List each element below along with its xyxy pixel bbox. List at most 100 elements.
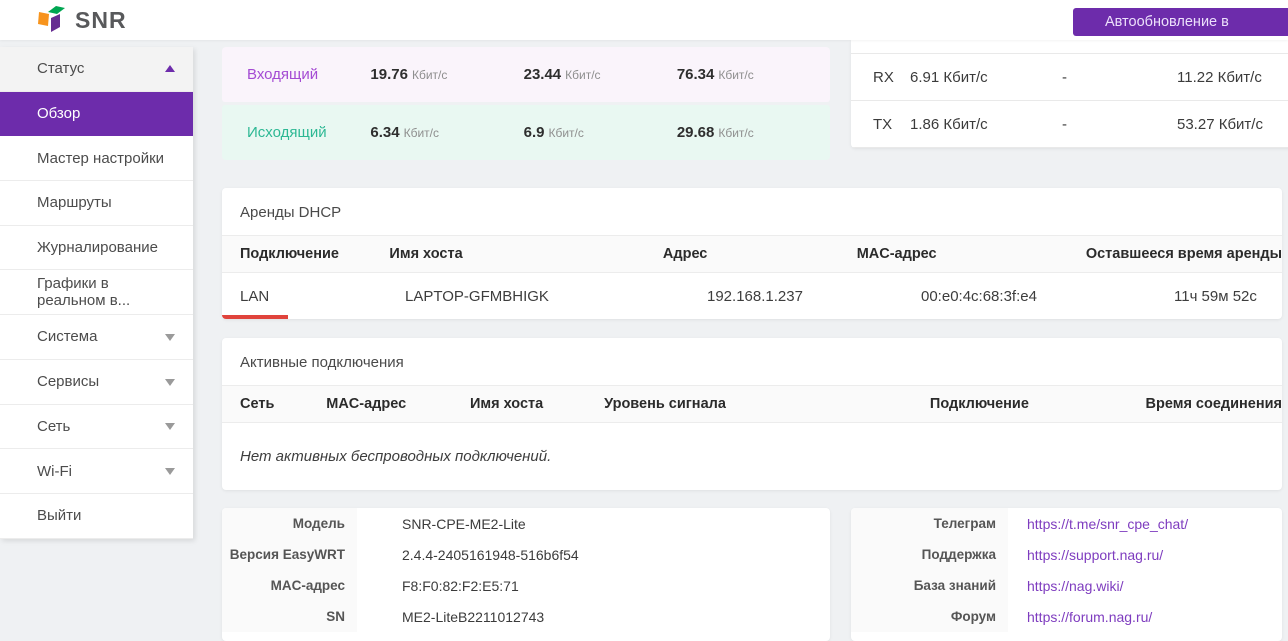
col-mac: MAC-адрес	[326, 396, 470, 412]
sidebar-item-label: Журналирование	[37, 239, 158, 256]
col-mac: MAC-адрес	[857, 246, 1086, 262]
knowledge-base-link[interactable]: https://nag.wiki/	[1027, 578, 1124, 594]
sidebar-item-network[interactable]: Сеть	[0, 405, 193, 450]
col-connect-time: Время соединения	[1146, 396, 1282, 412]
sidebar-item-label: Система	[37, 328, 97, 345]
sidebar-item-services[interactable]: Сервисы	[0, 360, 193, 405]
sidebar-item-logging[interactable]: Журналирование	[0, 226, 193, 271]
rx-row: RX 6.91 Кбит/с - 11.22 Кбит/с	[851, 54, 1288, 101]
sidebar-item-overview[interactable]: Обзор	[0, 92, 193, 137]
col-connection: Подключение	[930, 396, 1146, 412]
sidebar-item-setup-wizard[interactable]: Мастер настройки	[0, 136, 193, 181]
dhcp-leases-title: Аренды DHCP	[222, 188, 1282, 235]
lease-time-left: 11ч 59м 52с	[1174, 288, 1282, 305]
dhcp-lease-row: LAN LAPTOP-GFMBHIGK 192.168.1.237 00:e0:…	[222, 273, 1282, 319]
sidebar-item-system[interactable]: Система	[0, 315, 193, 360]
unit: Кбит/с	[548, 126, 583, 140]
value: 6.9	[524, 124, 545, 141]
active-connections-card: Активные подключения Сеть MAC-адрес Имя …	[222, 338, 1282, 490]
chevron-down-icon	[165, 423, 175, 430]
tx-dash: -	[1062, 116, 1177, 133]
value: 76.34	[677, 66, 715, 83]
sidebar-item-label: Сеть	[37, 418, 70, 435]
sidebar-item-realtime-graphs[interactable]: Графики в реальном в...	[0, 270, 193, 315]
incoming-label: Входящий	[247, 66, 370, 83]
col-lease-time: Оставшееся время аренды	[1086, 246, 1282, 262]
device-mac-row: MAC-адрес F8:F0:82:F2:E5:71	[222, 570, 830, 601]
support-link[interactable]: https://support.nag.ru/	[1027, 547, 1163, 563]
connections-table-header: Сеть MAC-адрес Имя хоста Уровень сигнала…	[222, 385, 1282, 423]
sidebar-item-status[interactable]: Статус	[0, 47, 193, 92]
outgoing-value-1: 6.34 Кбит/с	[370, 124, 523, 142]
value: 23.44	[524, 66, 562, 83]
sidebar-item-label: Wi-Fi	[37, 463, 72, 480]
sidebar-item-routes[interactable]: Маршруты	[0, 181, 193, 226]
sidebar-item-label: Мастер настройки	[37, 150, 164, 167]
device-info-card: Модель SNR-CPE-ME2-Lite Версия EasyWRT 2…	[222, 508, 830, 641]
outgoing-value-2: 6.9Кбит/с	[524, 124, 677, 142]
firmware-value: 2.4.4-2405161948-516b6f54	[357, 539, 579, 570]
serial-number-row: SN ME2-LiteB2211012743	[222, 601, 830, 632]
telegram-row: Телеграм https://t.me/snr_cpe_chat/	[851, 508, 1282, 539]
rx-value-1: 6.91 Кбит/с	[910, 69, 1062, 86]
support-links-card: Телеграм https://t.me/snr_cpe_chat/ Подд…	[851, 508, 1282, 641]
telegram-link[interactable]: https://t.me/snr_cpe_chat/	[1027, 516, 1188, 532]
unit: Кбит/с	[718, 126, 753, 140]
sn-value: ME2-LiteB2211012743	[357, 601, 544, 632]
col-hostname: Имя хоста	[389, 246, 662, 262]
tx-label: TX	[873, 116, 910, 133]
forum-link[interactable]: https://forum.nag.ru/	[1027, 609, 1152, 625]
value: 19.76	[370, 66, 408, 83]
mac-value: F8:F0:82:F2:E5:71	[357, 570, 519, 601]
outgoing-label: Исходящий	[247, 124, 370, 141]
snr-logo: SNR	[35, 4, 127, 36]
value: 29.68	[677, 124, 715, 141]
tx-value-1: 1.86 Кбит/с	[910, 116, 1062, 133]
incoming-traffic-row: Входящий 19.76 Кбит/с 23.44Кбит/с 76.34Кб…	[222, 47, 830, 102]
sn-label: SN	[222, 601, 357, 632]
chevron-down-icon	[165, 379, 175, 386]
forum-row: Форум https://forum.nag.ru/	[851, 601, 1282, 632]
incoming-value-3: 76.34Кбит/с	[677, 66, 830, 84]
sidebar-item-label: Маршруты	[37, 194, 112, 211]
chevron-up-icon	[165, 65, 175, 72]
sidebar-item-label: Обзор	[37, 105, 80, 122]
value: 6.34	[370, 124, 399, 141]
support-label: Поддержка	[851, 539, 1008, 570]
unit: Кбит/с	[565, 68, 600, 82]
incoming-value-2: 23.44Кбит/с	[524, 66, 677, 84]
tx-row: TX 1.86 Кбит/с - 53.27 Кбит/с	[851, 101, 1288, 148]
outgoing-traffic-row: Исходящий 6.34Кбит/с 6.9Кбит/с 29.68Кбит…	[222, 105, 830, 160]
rx-dash: -	[1062, 69, 1177, 86]
lease-address: 192.168.1.237	[707, 288, 921, 305]
active-connections-title: Активные подключения	[222, 338, 1282, 385]
telegram-label: Телеграм	[851, 508, 1008, 539]
rx-label: RX	[873, 69, 910, 86]
support-row: Поддержка https://support.nag.ru/	[851, 539, 1282, 570]
sidebar-item-label: Графики в реальном в...	[37, 275, 177, 309]
firmware-label: Версия EasyWRT	[222, 539, 357, 570]
sidebar-item-label: Сервисы	[37, 373, 99, 390]
autoupdate-button[interactable]: Автообновление в	[1073, 8, 1288, 36]
col-network: Сеть	[240, 396, 326, 412]
knowledge-base-row: База знаний https://nag.wiki/	[851, 570, 1282, 601]
col-connection: Подключение	[240, 246, 389, 262]
rxtx-card-top-sliver	[851, 40, 1288, 54]
lease-hostname: LAPTOP-GFMBHIGK	[405, 288, 707, 305]
firmware-version-row: Версия EasyWRT 2.4.4-2405161948-516b6f54	[222, 539, 830, 570]
lan-red-underline	[222, 315, 288, 319]
tx-value-2: 53.27 Кбит/с	[1177, 116, 1263, 133]
sidebar: Статус Обзор Мастер настройки Маршруты Ж…	[0, 47, 193, 539]
sidebar-item-logout[interactable]: Выйти	[0, 494, 193, 539]
snr-logo-text: SNR	[75, 7, 127, 34]
sidebar-item-label: Статус	[37, 60, 84, 77]
col-hostname: Имя хоста	[470, 396, 604, 412]
unit: Кбит/с	[404, 126, 439, 140]
device-model-row: Модель SNR-CPE-ME2-Lite	[222, 508, 830, 539]
knowledge-base-label: База знаний	[851, 570, 1008, 601]
model-label: Модель	[222, 508, 357, 539]
mac-label: MAC-адрес	[222, 570, 357, 601]
dhcp-table-header: Подключение Имя хоста Адрес MAC-адрес Ос…	[222, 235, 1282, 273]
sidebar-item-wifi[interactable]: Wi-Fi	[0, 449, 193, 494]
no-wireless-connections-message: Нет активных беспроводных подключений.	[222, 423, 1282, 490]
